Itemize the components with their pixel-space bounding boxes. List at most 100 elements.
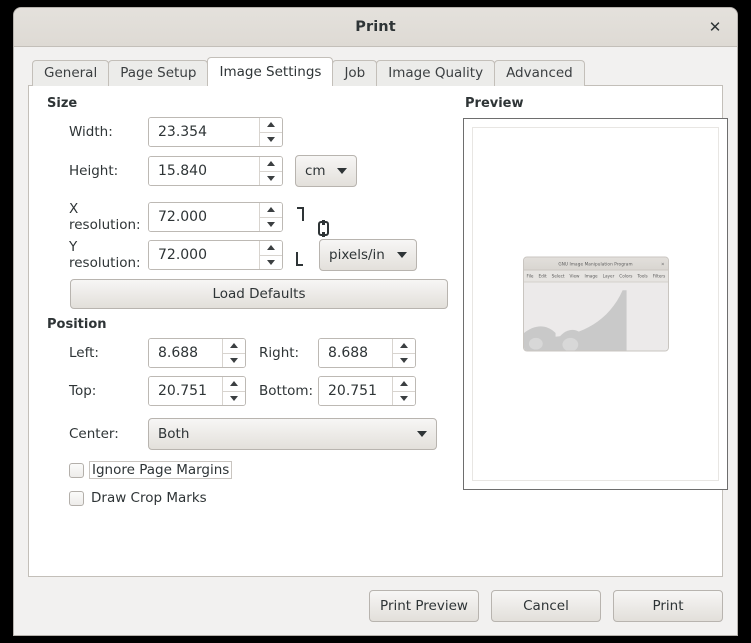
height-spin-buttons — [259, 157, 282, 185]
top-input[interactable]: 20.751 — [149, 377, 222, 405]
left-spinner[interactable]: 8.688 — [148, 338, 246, 368]
menu-select: Select — [552, 274, 565, 279]
resolution-unit-dropdown[interactable]: pixels/in — [319, 239, 417, 271]
right-increment-button[interactable] — [393, 339, 415, 354]
triangle-down-icon — [230, 358, 238, 363]
top-bottom-row: Top: 20.751 Bottom: 20.751 — [43, 376, 453, 406]
dialog-action-area: Print Preview Cancel Print — [14, 577, 737, 635]
preview-heading: Preview — [465, 96, 728, 111]
chain-link-glyph[interactable] — [315, 218, 331, 238]
print-button[interactable]: Print — [613, 590, 723, 622]
y-resolution-input[interactable]: 72.000 — [149, 241, 259, 269]
title-bar: Print ✕ — [14, 8, 737, 47]
y-resolution-spinner[interactable]: 72.000 — [148, 240, 283, 270]
triangle-down-icon — [267, 137, 275, 142]
tab-image-quality[interactable]: Image Quality — [376, 60, 495, 86]
right-spinner[interactable]: 8.688 — [318, 338, 416, 368]
cancel-button[interactable]: Cancel — [491, 590, 601, 622]
x-resolution-increment-button[interactable] — [260, 203, 282, 218]
triangle-down-icon — [267, 176, 275, 181]
center-label: Center: — [43, 426, 148, 442]
size-unit-dropdown[interactable]: cm — [295, 155, 357, 187]
window-title: Print — [355, 19, 396, 35]
resolution-unit-value: pixels/in — [329, 247, 387, 263]
bottom-input[interactable]: 20.751 — [319, 377, 392, 405]
height-input[interactable]: 15.840 — [149, 157, 259, 185]
triangle-down-icon — [230, 396, 238, 401]
close-icon[interactable]: ✕ — [703, 15, 727, 39]
top-increment-button[interactable] — [223, 377, 245, 392]
bottom-spinner[interactable]: 20.751 — [318, 376, 416, 406]
height-increment-button[interactable] — [260, 157, 282, 172]
position-section-heading: Position — [47, 317, 453, 332]
chain-link-icon[interactable] — [289, 240, 311, 270]
y-resolution-increment-button[interactable] — [260, 241, 282, 256]
left-input[interactable]: 8.688 — [149, 339, 222, 367]
height-row: Height: 15.840 cm — [43, 155, 453, 187]
left-label: Left: — [43, 345, 148, 361]
y-resolution-decrement-button[interactable] — [260, 256, 282, 270]
menu-image: Image — [584, 274, 597, 279]
width-input[interactable]: 23.354 — [149, 118, 259, 146]
height-decrement-button[interactable] — [260, 172, 282, 186]
x-resolution-spinner[interactable]: 72.000 — [148, 202, 283, 232]
center-value: Both — [158, 426, 407, 442]
close-icon: ✕ — [661, 261, 665, 266]
left-increment-button[interactable] — [223, 339, 245, 354]
x-resolution-input[interactable]: 72.000 — [149, 203, 259, 231]
right-input[interactable]: 8.688 — [319, 339, 392, 367]
x-resolution-decrement-button[interactable] — [260, 218, 282, 232]
triangle-down-icon — [267, 260, 275, 265]
left-right-row: Left: 8.688 Right: 8.688 — [43, 338, 453, 368]
top-label: Top: — [43, 383, 148, 399]
preview-mini-window: GNU Image Manipulation Program ✕ File Ed… — [523, 257, 669, 352]
height-spinner[interactable]: 15.840 — [148, 156, 283, 186]
center-dropdown[interactable]: Both — [148, 418, 437, 450]
ignore-page-margins-checkbox[interactable] — [69, 463, 84, 478]
menu-layer: Layer — [603, 274, 615, 279]
chevron-down-icon — [417, 431, 427, 437]
tab-page-setup[interactable]: Page Setup — [108, 60, 208, 86]
bottom-increment-button[interactable] — [393, 377, 415, 392]
mini-window-canvas — [524, 283, 668, 351]
chevron-down-icon — [337, 168, 347, 174]
bottom-decrement-button[interactable] — [393, 392, 415, 406]
triangle-down-icon — [267, 222, 275, 227]
triangle-up-icon — [267, 245, 275, 250]
menu-view: View — [570, 274, 580, 279]
ignore-page-margins-row[interactable]: Ignore Page Margins — [69, 462, 453, 478]
right-decrement-button[interactable] — [393, 354, 415, 368]
triangle-up-icon — [267, 207, 275, 212]
draw-crop-marks-checkbox[interactable] — [69, 491, 84, 506]
chain-link-top-bracket — [289, 201, 311, 231]
center-row: Center: Both — [43, 418, 453, 450]
preview-frame[interactable]: GNU Image Manipulation Program ✕ File Ed… — [463, 118, 728, 490]
y-resolution-label: Y resolution: — [43, 239, 148, 271]
tab-advanced[interactable]: Advanced — [494, 60, 585, 86]
top-spinner[interactable]: 20.751 — [148, 376, 246, 406]
load-defaults-button[interactable]: Load Defaults — [70, 279, 448, 309]
tab-general[interactable]: General — [32, 60, 109, 86]
triangle-up-icon — [400, 381, 408, 386]
print-preview-button[interactable]: Print Preview — [369, 590, 479, 622]
chevron-down-icon — [397, 252, 407, 258]
left-spin-buttons — [222, 339, 245, 367]
menu-filters: Filters — [653, 274, 666, 279]
top-decrement-button[interactable] — [223, 392, 245, 406]
tab-job[interactable]: Job — [332, 60, 377, 86]
link-icon — [317, 220, 330, 237]
width-label: Width: — [43, 124, 148, 140]
left-decrement-button[interactable] — [223, 354, 245, 368]
x-resolution-spin-buttons — [259, 203, 282, 231]
tab-bar: General Page Setup Image Settings Job Im… — [32, 59, 723, 86]
right-label: Right: — [246, 345, 318, 361]
width-increment-button[interactable] — [260, 118, 282, 133]
tab-image-settings[interactable]: Image Settings — [207, 57, 333, 86]
menu-edit: Edit — [539, 274, 547, 279]
triangle-down-icon — [400, 396, 408, 401]
width-spinner[interactable]: 23.354 — [148, 117, 283, 147]
triangle-up-icon — [230, 381, 238, 386]
draw-crop-marks-row[interactable]: Draw Crop Marks — [69, 490, 453, 506]
width-decrement-button[interactable] — [260, 133, 282, 147]
dialog-body: General Page Setup Image Settings Job Im… — [14, 47, 737, 577]
